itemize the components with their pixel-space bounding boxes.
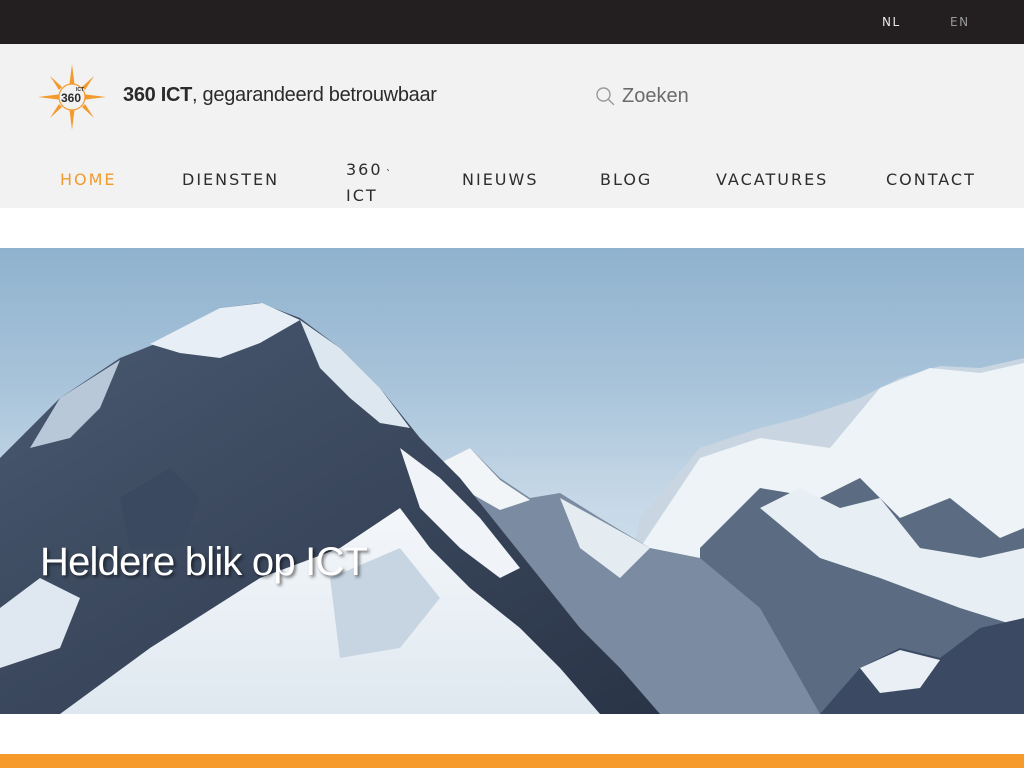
search-input[interactable] <box>622 80 982 112</box>
top-bar: NL EN <box>0 0 1024 44</box>
nav-item-diensten[interactable]: DIENSTEN <box>182 170 279 189</box>
site-logo[interactable]: 360 ICT <box>38 64 106 130</box>
chevron-down-icon[interactable]: ˋ <box>386 167 390 181</box>
nav-item-360-ict[interactable]: 360 ICT <box>346 157 386 209</box>
compass-star-logo-icon: 360 ICT <box>38 64 106 130</box>
orange-accent-band <box>0 754 1024 768</box>
language-en-link[interactable]: EN <box>950 15 970 29</box>
search-box[interactable] <box>592 80 992 114</box>
hero-banner: Heldere blik op ICT <box>0 248 1024 714</box>
site-header: 360 ICT 360 ICT, gegarandeerd betrouwbaa… <box>0 44 1024 208</box>
svg-text:ICT: ICT <box>76 87 84 93</box>
nav-item-blog[interactable]: BLOG <box>600 170 652 189</box>
nav-item-vacatures[interactable]: VACATURES <box>716 170 828 189</box>
brand-text: 360 ICT, gegarandeerd betrouwbaar <box>123 84 437 107</box>
brand-tagline: , gegarandeerd betrouwbaar <box>192 84 437 106</box>
mountain-landscape-image <box>0 303 1024 714</box>
svg-text:360: 360 <box>61 91 81 105</box>
brand-name: 360 ICT <box>123 84 193 106</box>
nav-item-nieuws[interactable]: NIEUWS <box>462 170 538 189</box>
nav-item-home[interactable]: HOME <box>60 170 117 189</box>
language-nl-link[interactable]: NL <box>882 15 901 29</box>
hero-title: Heldere blik op ICT <box>40 540 368 584</box>
search-icon[interactable] <box>595 86 615 106</box>
nav-item-contact[interactable]: CONTACT <box>886 170 976 189</box>
